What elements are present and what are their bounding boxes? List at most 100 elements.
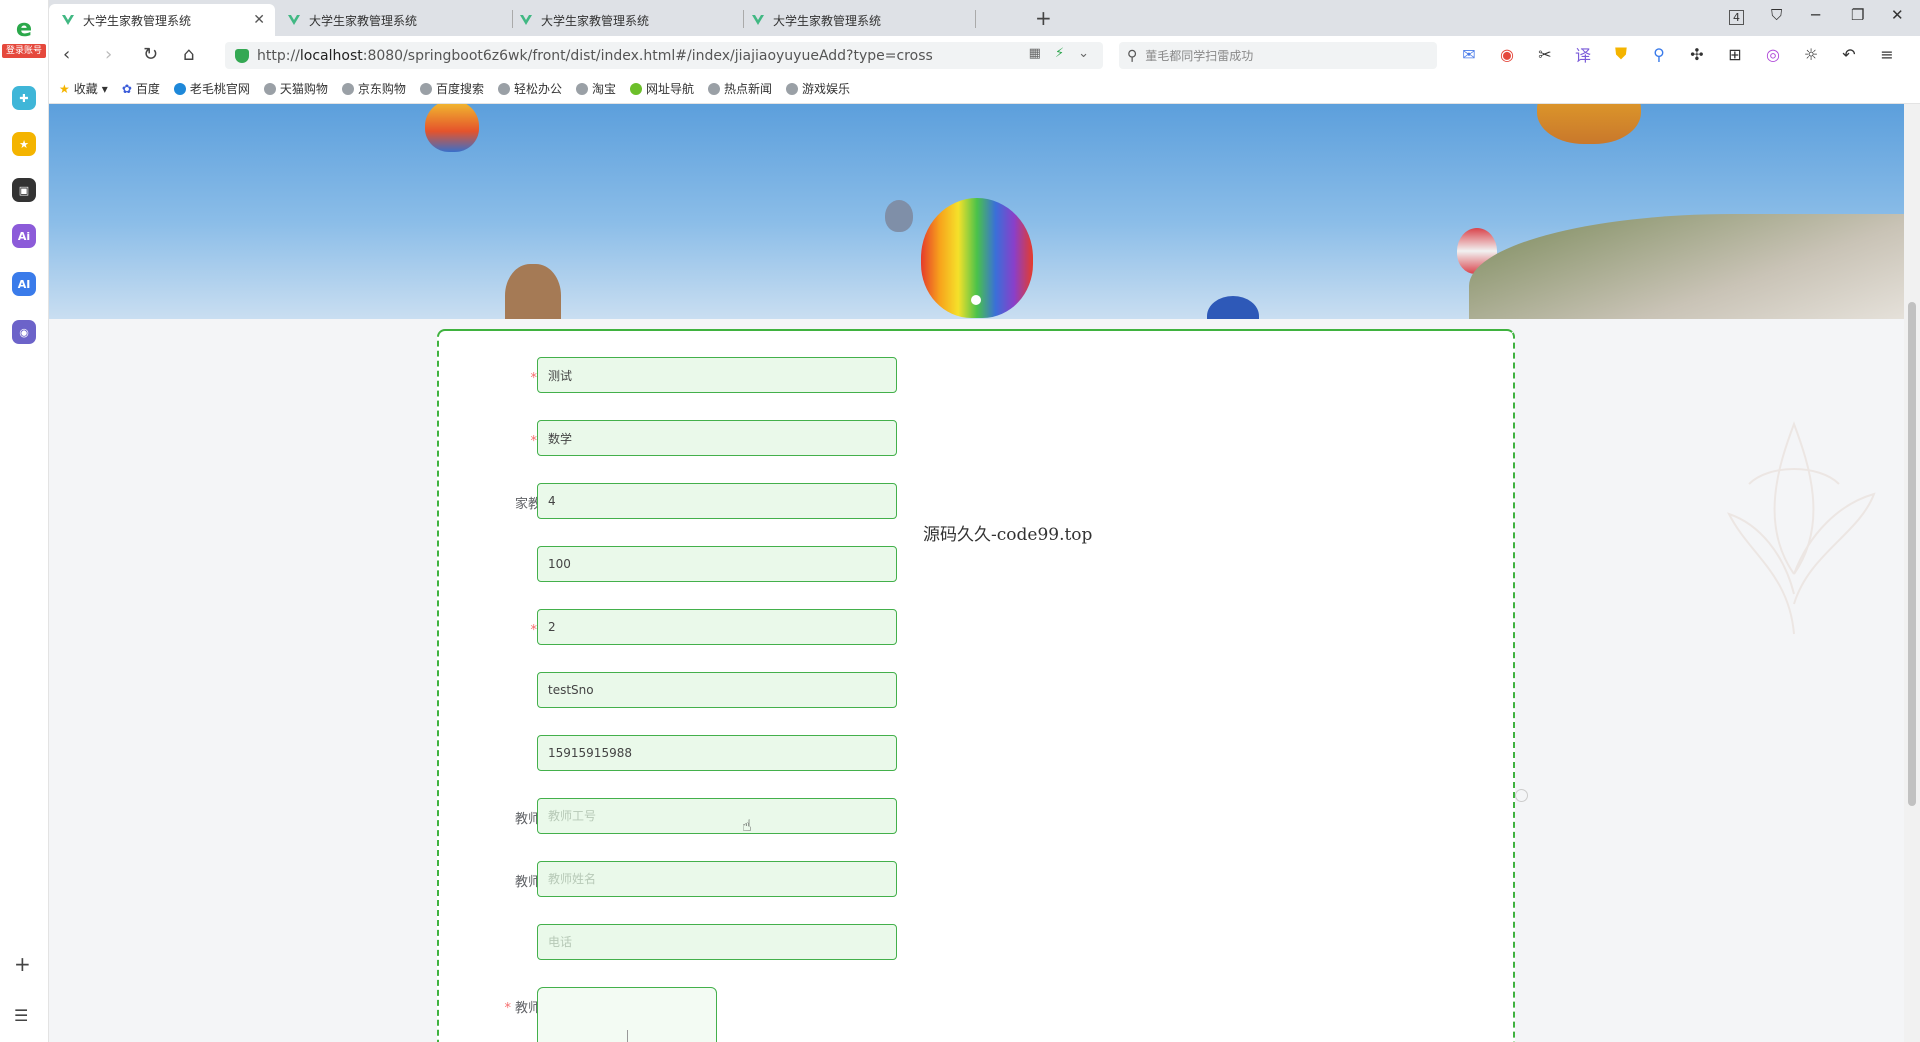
page-content: *标题 *科目 家教时间 金额 *时长 学号 手机 教师工号 <box>49 104 1904 1042</box>
undo-icon[interactable]: ↶ <box>1839 44 1859 64</box>
bookmark-item[interactable]: 热点新闻 <box>708 80 772 97</box>
tab-2[interactable]: 大学生家教管理系统 <box>275 4 501 36</box>
bookmark-item[interactable]: 游戏娱乐 <box>786 80 850 97</box>
form-item-phone: 电话 <box>439 924 939 960</box>
globe-icon <box>419 82 432 95</box>
bookmark-item[interactable]: 网址导航 <box>629 80 694 97</box>
puzzle-extension-icon[interactable]: ✣ <box>1687 44 1707 64</box>
floral-decoration-icon <box>1727 421 1876 635</box>
materials-upload-area[interactable] <box>537 987 717 1042</box>
new-tab-icon[interactable]: + <box>1035 6 1052 30</box>
back-icon[interactable]: ‹ <box>63 44 70 65</box>
url-text[interactable]: http://localhost:8080/springboot6z6wk/fr… <box>257 48 933 64</box>
title-input[interactable] <box>537 357 897 393</box>
restore-icon[interactable]: ❐ <box>1851 6 1864 24</box>
mobile-input[interactable] <box>537 735 897 771</box>
bookmark-item[interactable]: 老毛桃官网 <box>173 80 250 97</box>
search-extension-icon[interactable]: ⚲ <box>1649 44 1669 64</box>
required-asterisk: * <box>530 623 537 638</box>
brightness-icon[interactable]: ☼ <box>1801 44 1821 64</box>
subject-input[interactable] <box>537 420 897 456</box>
chat-robot-icon[interactable]: ▣ <box>12 178 36 202</box>
bookmark-favorites[interactable]: ★ 收藏 ▾ <box>59 80 108 97</box>
vue-favicon-icon <box>62 15 74 25</box>
globe-icon <box>786 82 799 95</box>
bookmark-item[interactable]: 京东购物 <box>341 80 406 97</box>
apps-grid-icon[interactable]: ⊞ <box>1725 44 1745 64</box>
ai-assistant-icon[interactable]: Ai <box>12 224 36 248</box>
balloon-shape <box>1207 296 1259 319</box>
chevron-down-icon[interactable]: ⌄ <box>1078 46 1089 61</box>
balloon-shape <box>885 200 913 232</box>
tab-title: 大学生家教管理系统 <box>773 13 882 28</box>
tab-3[interactable]: 大学生家教管理系统 <box>507 4 733 36</box>
favorites-star-icon[interactable]: ★ <box>12 132 36 156</box>
forward-icon[interactable]: › <box>105 44 112 65</box>
tab-count-badge[interactable]: 4 <box>1729 10 1744 25</box>
scissors-icon[interactable]: ✂ <box>1535 44 1555 64</box>
carousel-indicator-dot[interactable] <box>971 295 981 305</box>
balloon-shape <box>1537 104 1641 144</box>
shield-extension-icon[interactable]: ⛊ <box>1611 44 1631 64</box>
page-scrollbar[interactable] <box>1904 104 1920 1042</box>
globe-icon <box>708 82 720 95</box>
baidu-paw-icon: ✿ <box>121 81 132 96</box>
form-item-mobile: 手机 <box>439 735 939 771</box>
mail-icon[interactable]: ✉ <box>1459 44 1479 64</box>
globe-icon <box>263 82 276 95</box>
tab-title: 大学生家教管理系统 <box>309 13 418 28</box>
reload-icon[interactable]: ↻ <box>143 44 158 65</box>
app-shortcut-icon[interactable]: ✚ <box>12 86 36 110</box>
login-account-button[interactable]: 登录账号 <box>2 44 46 58</box>
home-icon[interactable]: ⌂ <box>183 44 194 65</box>
form-item-duration: *时长 <box>439 609 939 645</box>
student-number-input[interactable] <box>537 672 897 708</box>
minimize-icon[interactable]: ─ <box>1811 6 1820 24</box>
close-window-icon[interactable]: ✕ <box>1891 6 1904 24</box>
browser-logo-icon[interactable]: e <box>6 14 42 42</box>
address-bar[interactable]: http://localhost:8080/springboot6z6wk/fr… <box>225 42 1103 69</box>
form-item-student-number: 学号 <box>439 672 939 708</box>
weibo-icon[interactable]: ◉ <box>1497 44 1517 64</box>
colorful-ring-icon[interactable]: ◎ <box>1763 44 1783 64</box>
hero-banner-image <box>49 104 1904 319</box>
tab-close-icon[interactable]: ✕ <box>253 12 265 28</box>
site-icon <box>173 82 186 95</box>
tab-4[interactable]: 大学生家教管理系统 <box>739 4 965 36</box>
tab-title: 大学生家教管理系统 <box>541 13 650 28</box>
form-item-title: *标题 <box>439 357 939 393</box>
vue-favicon-icon <box>752 15 764 25</box>
duration-input[interactable] <box>537 609 897 645</box>
bookmark-item[interactable]: ✿ 百度 <box>122 80 160 97</box>
search-placeholder: 董毛都同学扫雷成功 <box>1145 49 1254 63</box>
teacher-name-input[interactable] <box>537 861 897 897</box>
bookmark-item[interactable]: 轻松办公 <box>497 80 562 97</box>
browser-menu-icon[interactable]: ≡ <box>1877 44 1897 64</box>
teacher-id-input[interactable] <box>537 798 897 834</box>
mouse-pointer-icon: ☝ <box>742 816 752 835</box>
bookmark-item[interactable]: 天猫购物 <box>263 80 328 97</box>
add-icon[interactable]: + <box>14 952 31 976</box>
phone-input[interactable] <box>537 924 897 960</box>
game-controller-icon[interactable]: ◉ <box>12 320 36 344</box>
rock-formation <box>505 264 561 319</box>
bookmark-item[interactable]: 百度搜索 <box>419 80 484 97</box>
lightning-icon[interactable]: ⚡ <box>1055 46 1064 61</box>
clear-circle-icon[interactable] <box>1515 789 1528 802</box>
scrollbar-thumb[interactable] <box>1908 302 1916 806</box>
search-box[interactable]: ⚲ 董毛都同学扫雷成功 <box>1119 42 1437 69</box>
vue-favicon-icon <box>288 15 300 25</box>
bookmarks-bar: ★ 收藏 ▾ ✿ 百度 老毛桃官网 天猫购物 京东购物 百度搜索 轻松办公 淘宝 网… <box>49 74 1920 104</box>
hillside <box>1469 214 1904 319</box>
form-item-tutoring-time: 家教时间 <box>439 483 939 519</box>
list-menu-icon[interactable]: ☰ <box>14 1006 28 1025</box>
translate-icon[interactable]: 译 <box>1573 44 1593 65</box>
tutoring-time-input[interactable] <box>537 483 897 519</box>
navigation-icon <box>629 82 642 95</box>
shirt-skin-icon[interactable]: ⛉ <box>1771 6 1782 24</box>
qr-code-icon[interactable]: ▦ <box>1029 46 1041 61</box>
ai-tool-icon[interactable]: AI <box>12 272 36 296</box>
amount-input[interactable] <box>537 546 897 582</box>
tab-1[interactable]: 大学生家教管理系统 ✕ <box>49 4 275 36</box>
bookmark-item[interactable]: 淘宝 <box>575 80 616 97</box>
